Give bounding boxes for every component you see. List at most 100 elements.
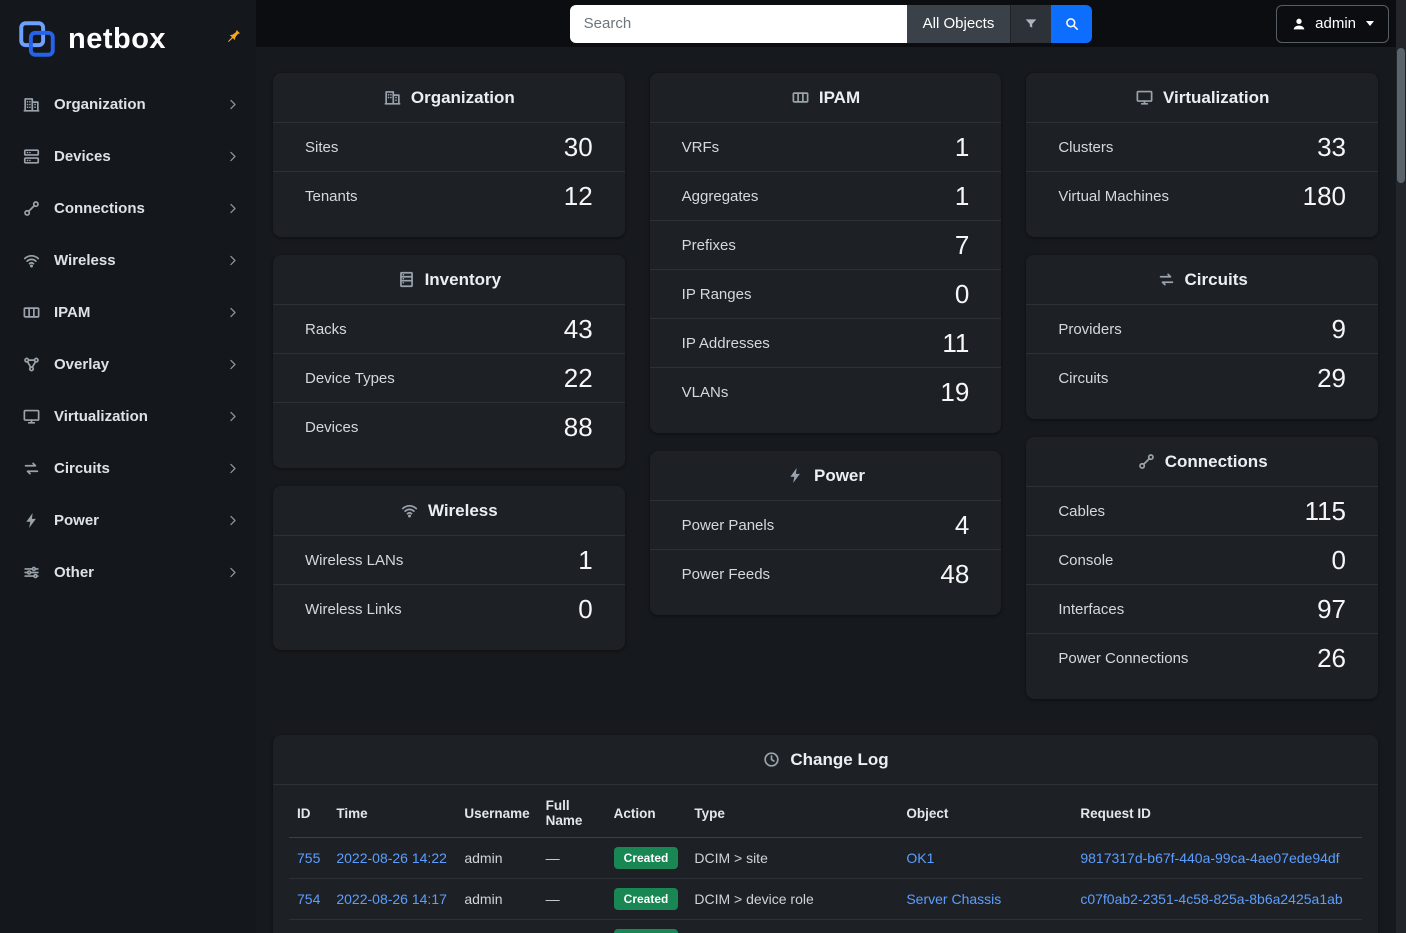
stat-label: Prefixes — [682, 237, 736, 254]
changelog-request-id-link[interactable]: c07f0ab2-2351-4c58-825a-8b6a2425a1ab — [1080, 891, 1342, 907]
sidebar-item-connections[interactable]: Connections — [0, 182, 256, 234]
search-input[interactable] — [570, 5, 907, 43]
stat-value-link[interactable]: 97 — [1317, 594, 1346, 625]
sidebar-item-circuits[interactable]: Circuits — [0, 442, 256, 494]
cell-username: admin — [456, 879, 537, 920]
cell-time: 2022-08-26 14:22 — [328, 838, 456, 879]
changelog-card: Change Log ID Time Username Full Name Ac… — [273, 735, 1378, 933]
stat-label: Cables — [1058, 503, 1105, 520]
stat-label: Circuits — [1058, 370, 1108, 387]
sidebar-item-organization[interactable]: Organization — [0, 78, 256, 130]
changelog-object-link[interactable]: OK1 — [906, 850, 934, 866]
cell-username: admin — [456, 920, 537, 933]
stat-row: Racks 43 — [273, 305, 625, 354]
stat-value-link[interactable]: 26 — [1317, 643, 1346, 674]
vertical-scrollbar[interactable] — [1396, 0, 1406, 933]
stat-label: Power Panels — [682, 517, 775, 534]
stat-value-link[interactable]: 0 — [1332, 545, 1346, 576]
topbar: All Objects admin — [256, 0, 1406, 47]
main-area: All Objects admin — [256, 0, 1406, 933]
scrollbar-thumb[interactable] — [1397, 48, 1405, 183]
cell-id: 755 — [289, 838, 328, 879]
stat-value-link[interactable]: 115 — [1305, 496, 1346, 527]
counter-icon — [22, 303, 41, 322]
changelog-id-link[interactable]: 754 — [297, 891, 320, 907]
chevron-right-icon — [225, 97, 240, 112]
stat-value-link[interactable]: 22 — [564, 363, 593, 394]
stat-value-link[interactable]: 48 — [940, 559, 969, 590]
sliders-icon — [22, 563, 41, 582]
sidebar-item-label: Power — [54, 512, 225, 529]
stat-label: Device Types — [305, 370, 395, 387]
action-badge: Created — [614, 888, 679, 910]
stat-value-link[interactable]: 1 — [955, 132, 969, 163]
stat-value-link[interactable]: 11 — [942, 328, 969, 359]
organization-card: Organization Sites 30 Tenants 12 — [273, 73, 625, 237]
cable-icon — [22, 199, 41, 218]
chevron-down-icon — [1366, 21, 1374, 26]
stat-row: Circuits 29 — [1026, 354, 1378, 403]
history-icon — [762, 750, 781, 769]
sidebar-item-overlay[interactable]: Overlay — [0, 338, 256, 390]
chevron-right-icon — [225, 513, 240, 528]
cell-object: Server Chassis — [898, 879, 1072, 920]
stat-value-link[interactable]: 29 — [1317, 363, 1346, 394]
sidebar-item-label: Circuits — [54, 460, 225, 477]
card-title: Power — [814, 466, 865, 486]
stat-row: Tenants 12 — [273, 172, 625, 221]
sidebar-item-devices[interactable]: Devices — [0, 130, 256, 182]
filter-icon — [1023, 16, 1039, 32]
changelog-card-header: Change Log — [273, 735, 1378, 785]
stat-value-link[interactable]: 88 — [564, 412, 593, 443]
sidebar-item-label: Other — [54, 564, 225, 581]
changelog-request-id-link[interactable]: 9817317d-b67f-440a-99ca-4ae07ede94df — [1080, 850, 1339, 866]
connections-card: Connections Cables 115 Console 0 — [1026, 437, 1378, 699]
stat-value-link[interactable]: 1 — [955, 181, 969, 212]
stat-value-link[interactable]: 33 — [1317, 132, 1346, 163]
changelog-table: ID Time Username Full Name Action Type O… — [289, 789, 1362, 933]
sidebar-item-label: Wireless — [54, 252, 225, 269]
stat-value-link[interactable]: 4 — [955, 510, 969, 541]
changelog-time-link[interactable]: 2022-08-26 14:17 — [336, 891, 447, 907]
sidebar-item-label: Devices — [54, 148, 225, 165]
table-row: 754 2022-08-26 14:17 admin — Created DCI… — [289, 879, 1362, 920]
stat-value-link[interactable]: 12 — [564, 181, 593, 212]
stat-value-link[interactable]: 180 — [1303, 181, 1346, 212]
action-badge: Created — [614, 847, 679, 869]
cell-request-id: c07f0ab2-2351-4c58-825a-8b6a2425a1ab — [1072, 879, 1362, 920]
sidebar-item-label: Overlay — [54, 356, 225, 373]
filter-button[interactable] — [1010, 5, 1051, 43]
search-submit-button[interactable] — [1051, 5, 1092, 43]
stat-value-link[interactable]: 19 — [940, 377, 969, 408]
changelog-id-link[interactable]: 755 — [297, 850, 320, 866]
stat-value-link[interactable]: 9 — [1332, 314, 1346, 345]
stat-value-link[interactable]: 30 — [564, 132, 593, 163]
table-row: 755 2022-08-26 14:22 admin — Created DCI… — [289, 838, 1362, 879]
stat-row: VLANs 19 — [650, 368, 1002, 417]
stat-value-link[interactable]: 0 — [955, 279, 969, 310]
stat-value-link[interactable]: 0 — [578, 594, 592, 625]
pin-sidebar-icon[interactable] — [226, 28, 242, 44]
stat-row: Providers 9 — [1026, 305, 1378, 354]
cell-action: Created — [606, 920, 687, 933]
sidebar-item-other[interactable]: Other — [0, 546, 256, 598]
sidebar-item-ipam[interactable]: IPAM — [0, 286, 256, 338]
virtualization-card: Virtualization Clusters 33 Virtual Machi… — [1026, 73, 1378, 237]
stat-value-link[interactable]: 43 — [564, 314, 593, 345]
sidebar-item-wireless[interactable]: Wireless — [0, 234, 256, 286]
graph-icon — [22, 355, 41, 374]
sidebar-item-power[interactable]: Power — [0, 494, 256, 546]
user-menu-button[interactable]: admin — [1276, 5, 1389, 43]
changelog-object-link[interactable]: Server Chassis — [906, 891, 1001, 907]
card-title: Virtualization — [1163, 88, 1269, 108]
stat-row: Power Panels 4 — [650, 501, 1002, 550]
brand-logo[interactable]: netbox — [0, 0, 256, 78]
sidebar-item-virtualization[interactable]: Virtualization — [0, 390, 256, 442]
stat-value-link[interactable]: 7 — [955, 230, 969, 261]
changelog-time-link[interactable]: 2022-08-26 14:22 — [336, 850, 447, 866]
stat-label: Racks — [305, 321, 347, 338]
lightning-bolt-icon — [786, 466, 805, 485]
col-header-full-name: Full Name — [538, 789, 606, 838]
object-type-dropdown[interactable]: All Objects — [907, 5, 1011, 43]
stat-value-link[interactable]: 1 — [578, 545, 592, 576]
